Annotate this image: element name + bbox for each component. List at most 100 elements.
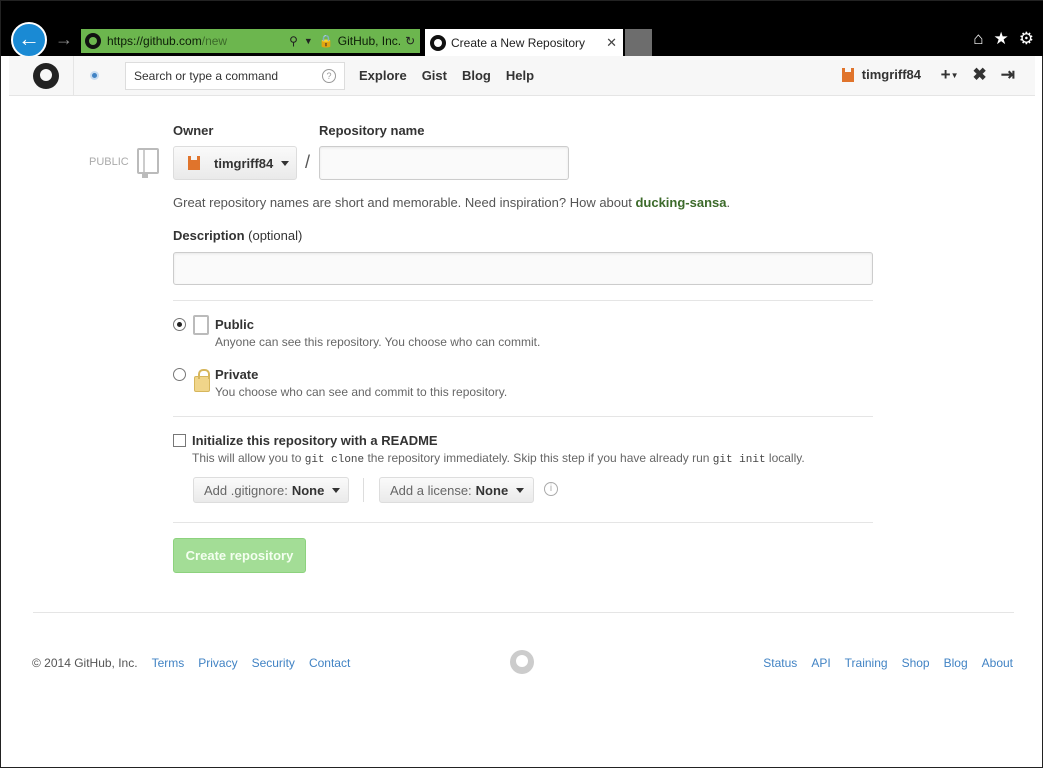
- copyright: © 2014 GitHub, Inc.: [32, 656, 138, 670]
- divider: [173, 522, 873, 523]
- tab-create-repository[interactable]: Create a New Repository ✕: [425, 29, 623, 56]
- public-description: Anyone can see this repository. You choo…: [215, 335, 541, 349]
- chevron-down-icon: [516, 487, 525, 493]
- divider: [173, 416, 873, 417]
- readme-desc-1: This will allow you to: [192, 451, 305, 465]
- gitignore-select[interactable]: Add .gitignore: None: [193, 477, 349, 503]
- chevron-down-icon: [332, 487, 341, 493]
- settings-tools-icon[interactable]: ✖: [973, 65, 987, 85]
- nav-help[interactable]: Help: [506, 68, 534, 83]
- nav-blog[interactable]: Blog: [462, 68, 491, 83]
- public-tag: PUBLIC: [89, 156, 129, 168]
- url-path: /new: [201, 34, 228, 48]
- search-icon[interactable]: ⚲: [289, 34, 298, 48]
- favorites-star-icon[interactable]: ★: [994, 29, 1009, 49]
- license-value: None: [475, 482, 509, 498]
- private-description: You choose who can see and commit to thi…: [215, 385, 508, 399]
- description-input[interactable]: [173, 252, 873, 285]
- private-title[interactable]: Private: [215, 367, 258, 382]
- home-icon[interactable]: ⌂: [973, 29, 983, 49]
- repo-name-input[interactable]: [319, 146, 569, 180]
- browser-window: ← → https://github.com/new ⚲ ▼ 🔒 GitHub,…: [0, 0, 1043, 768]
- public-title[interactable]: Public: [215, 317, 254, 332]
- footer-link-training[interactable]: Training: [845, 656, 888, 670]
- owner-avatar: [188, 155, 200, 170]
- description-optional: (optional): [248, 228, 303, 243]
- back-button[interactable]: ←: [11, 22, 47, 58]
- site-identity[interactable]: GitHub, Inc.: [338, 34, 401, 48]
- help-question-icon[interactable]: ?: [322, 68, 336, 83]
- footer-right: Status API Training Shop Blog About: [763, 656, 1013, 670]
- description-label-text: Description: [173, 228, 245, 243]
- footer-link-blog[interactable]: Blog: [944, 656, 968, 670]
- github-header: Search or type a command ? Explore Gist …: [9, 55, 1035, 96]
- owner-label: Owner: [173, 123, 214, 138]
- footer-link-shop[interactable]: Shop: [902, 656, 930, 670]
- footer-link-security[interactable]: Security: [252, 656, 295, 670]
- lock-icon: [194, 369, 210, 392]
- readme-desc-3: locally.: [765, 451, 805, 465]
- footer-link-terms[interactable]: Terms: [152, 656, 185, 670]
- url-host: github.com: [143, 34, 202, 48]
- nav-explore[interactable]: Explore: [359, 68, 407, 83]
- nav-gist[interactable]: Gist: [422, 68, 447, 83]
- create-new-plus-icon[interactable]: +▼: [941, 65, 959, 85]
- repo-name-label: Repository name: [319, 123, 425, 138]
- public-repo-book-icon: [137, 148, 159, 178]
- forward-button[interactable]: →: [55, 29, 73, 50]
- refresh-icon[interactable]: ↻: [405, 34, 415, 48]
- readme-desc-2: the repository immediately. Skip this st…: [364, 451, 713, 465]
- github-footer-logo-icon[interactable]: [510, 650, 534, 674]
- browser-toolbar-icons: ⌂ ★ ⚙: [973, 29, 1034, 49]
- gitignore-value: None: [291, 482, 325, 498]
- username: timgriff84: [861, 67, 921, 82]
- git-init-code: git init: [712, 454, 766, 466]
- gitignore-label: Add .gitignore:: [204, 482, 288, 498]
- footer-link-status[interactable]: Status: [763, 656, 797, 670]
- dropdown-icon[interactable]: ▼: [304, 36, 313, 46]
- footer-link-privacy[interactable]: Privacy: [198, 656, 237, 670]
- divider: [173, 300, 873, 301]
- readme-checkbox[interactable]: [173, 434, 186, 447]
- owner-value: timgriff84: [214, 155, 274, 171]
- address-bar[interactable]: https://github.com/new ⚲ ▼ 🔒 GitHub, Inc…: [81, 29, 420, 53]
- close-tab-icon[interactable]: ✕: [606, 35, 617, 51]
- owner-repo-separator: /: [305, 152, 311, 172]
- footer-link-contact[interactable]: Contact: [309, 656, 350, 670]
- git-clone-code: git clone: [304, 454, 365, 466]
- footer-link-about[interactable]: About: [982, 656, 1013, 670]
- github-logo-icon[interactable]: [33, 62, 59, 89]
- license-label: Add a license:: [390, 482, 472, 498]
- public-radio[interactable]: [173, 318, 186, 331]
- name-hint: Great repository names are short and mem…: [173, 195, 730, 210]
- readme-label[interactable]: Initialize this repository with a README: [192, 433, 438, 448]
- settings-gear-icon[interactable]: ⚙: [1019, 29, 1034, 49]
- hint-text: Great repository names are short and mem…: [173, 195, 636, 210]
- license-select[interactable]: Add a license: None: [379, 477, 534, 503]
- header-actions: +▼ ✖ ⇥: [941, 65, 1015, 85]
- url-prefix: https://: [107, 34, 144, 48]
- main-nav: Explore Gist Blog Help: [359, 68, 549, 83]
- private-radio[interactable]: [173, 368, 186, 381]
- description-label: Description (optional): [173, 228, 302, 243]
- create-repository-button[interactable]: Create repository: [173, 538, 306, 573]
- github-favicon-icon: [430, 34, 446, 51]
- suggested-name-link[interactable]: ducking-sansa: [635, 195, 726, 210]
- chevron-down-icon: [281, 160, 290, 166]
- footer-left: © 2014 GitHub, Inc. Terms Privacy Securi…: [32, 656, 350, 670]
- sign-out-icon[interactable]: ⇥: [1001, 65, 1015, 85]
- search-placeholder: Search or type a command: [134, 68, 279, 83]
- github-favicon-icon: [85, 33, 101, 49]
- avatar: [841, 66, 854, 82]
- footer-link-api[interactable]: API: [811, 656, 830, 670]
- user-menu[interactable]: timgriff84: [841, 66, 921, 82]
- notifications-icon[interactable]: [90, 71, 99, 80]
- info-icon[interactable]: i: [544, 482, 558, 496]
- command-search-input[interactable]: Search or type a command ?: [125, 61, 345, 90]
- lock-icon[interactable]: 🔒: [319, 34, 334, 48]
- public-book-icon: [193, 315, 209, 335]
- owner-select-button[interactable]: timgriff84: [173, 146, 297, 180]
- new-tab-button[interactable]: [625, 29, 652, 56]
- footer-divider: [33, 612, 1014, 613]
- divider: [73, 55, 74, 96]
